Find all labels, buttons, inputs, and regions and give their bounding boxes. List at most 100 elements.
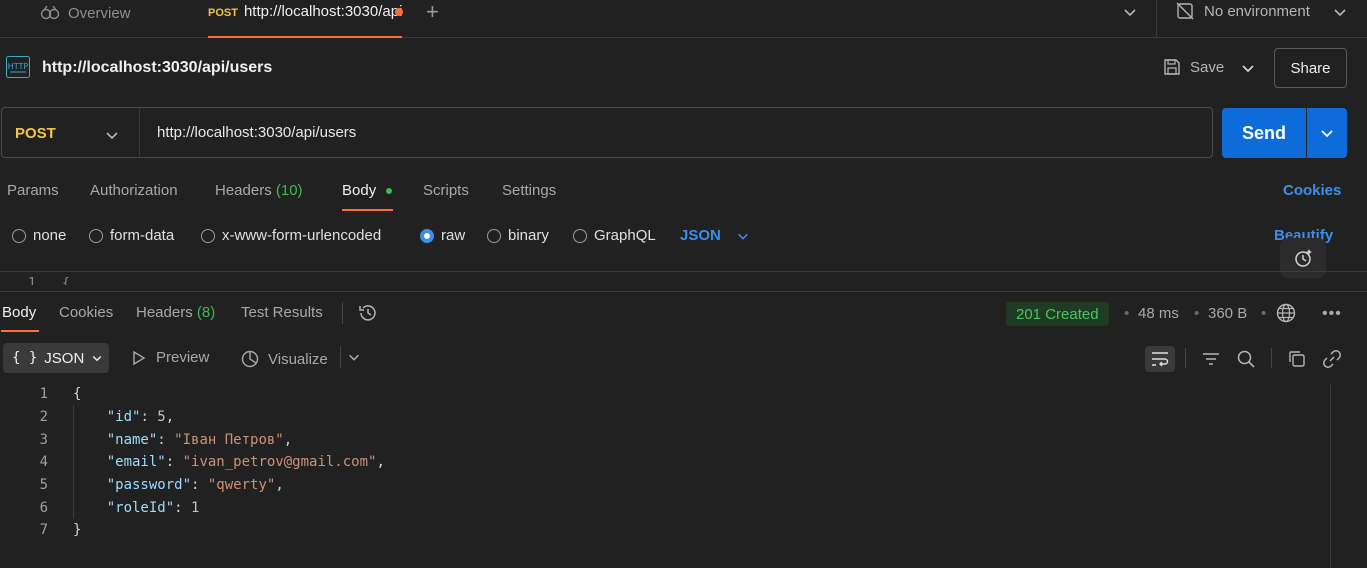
divider	[340, 346, 341, 368]
body-modified-dot-icon	[386, 188, 392, 194]
response-format-select[interactable]: { } JSON	[3, 343, 109, 373]
response-time[interactable]: 48 ms	[1138, 305, 1179, 322]
radio-raw[interactable]: raw	[420, 227, 465, 244]
scrollbar-track[interactable]	[1330, 383, 1331, 568]
play-icon	[132, 350, 146, 366]
tab-headers[interactable]: Headers (10)	[215, 182, 303, 199]
wrap-lines-icon[interactable]	[1145, 346, 1175, 372]
response-tab-cookies-label: Cookies	[59, 304, 114, 321]
save-label: Save	[1190, 58, 1225, 76]
code-line: 4 "email": "ivan_petrov@gmail.com",	[0, 451, 1330, 474]
braces-icon: { }	[12, 350, 38, 366]
environment-chevron-down-icon[interactable]	[1332, 4, 1348, 20]
globe-icon[interactable]	[1276, 303, 1296, 323]
tab-scripts-label: Scripts	[423, 182, 469, 199]
json-value: "Іван Петров"	[174, 431, 284, 448]
response-body-code[interactable]: 1{ 2 "id": 5, 3 "name": "Іван Петров", 4…	[0, 383, 1330, 542]
send-options-chevron-down-icon[interactable]	[1307, 108, 1347, 158]
link-icon[interactable]	[1317, 346, 1347, 372]
environment-selector[interactable]: No environment	[1176, 2, 1310, 20]
divider	[1156, 0, 1157, 38]
line-text: }	[73, 522, 82, 539]
response-size[interactable]: 360 B	[1208, 305, 1247, 322]
line-text: "email": "ivan_petrov@gmail.com",	[106, 454, 385, 471]
overview-icon	[40, 5, 60, 21]
line-text: "roleId": 1	[106, 499, 200, 516]
environment-label: No environment	[1204, 2, 1310, 20]
no-environment-icon	[1176, 2, 1194, 20]
json-value: 1	[191, 499, 200, 516]
json-value: 5	[157, 409, 166, 426]
active-tab-underline	[342, 209, 393, 211]
visualize-button[interactable]: Visualize	[240, 349, 328, 369]
tab-method: POST	[208, 7, 238, 19]
radio-selected-icon	[420, 228, 434, 243]
tab-settings[interactable]: Settings	[502, 182, 556, 199]
response-headers-count: (8)	[196, 304, 216, 321]
history-icon[interactable]	[357, 302, 379, 324]
line-text: "id": 5,	[106, 409, 175, 426]
tab-params[interactable]: Params	[7, 182, 59, 199]
method-chevron-down-icon[interactable]	[104, 127, 120, 143]
radio-binary[interactable]: binary	[487, 227, 549, 244]
url-input[interactable]	[157, 124, 1197, 141]
request-body-editor[interactable]: 1 {	[0, 271, 1367, 285]
chevron-down-icon	[91, 352, 103, 364]
radio-raw-label: raw	[441, 227, 466, 244]
json-key: "id"	[106, 409, 141, 426]
request-title[interactable]: http://localhost:3030/api/users	[42, 59, 272, 77]
response-format-label: JSON	[44, 349, 85, 367]
tabs-overflow-chevron-down-icon[interactable]	[1122, 4, 1138, 20]
json-value: "qwerty"	[207, 477, 276, 494]
send-button[interactable]: Send	[1222, 108, 1306, 158]
tab-request-active[interactable]: POST http://localhost:3030/api/users	[208, 0, 402, 38]
tab-authorization-label: Authorization	[90, 182, 178, 199]
status-badge[interactable]: 201 Created	[1006, 302, 1109, 326]
response-tab-headers[interactable]: Headers (8)	[136, 304, 215, 321]
line-text: "password": "qwerty",	[106, 477, 284, 494]
body-format-chevron-down-icon[interactable]	[736, 229, 750, 243]
radio-binary-label: binary	[508, 227, 549, 244]
response-tab-test-results[interactable]: Test Results	[241, 304, 323, 321]
preview-label: Preview	[156, 349, 210, 366]
json-key: "name"	[106, 431, 158, 448]
method-select[interactable]: POST	[15, 125, 56, 142]
visualize-icon	[240, 349, 260, 369]
save-options-chevron-down-icon[interactable]	[1240, 60, 1256, 76]
new-tab-plus-icon[interactable]: +	[426, 1, 439, 23]
response-tab-body[interactable]: Body	[2, 304, 36, 321]
tab-scripts[interactable]: Scripts	[423, 182, 469, 199]
tab-params-label: Params	[7, 182, 59, 199]
tab-overview-label: Overview	[68, 4, 131, 22]
pane-divider[interactable]	[0, 291, 1367, 292]
tab-settings-label: Settings	[502, 182, 557, 199]
radio-none[interactable]: none	[12, 227, 66, 244]
more-options-icon[interactable]: •••	[1322, 305, 1342, 323]
radio-urlencoded[interactable]: x-www-form-urlencoded	[201, 227, 381, 244]
body-format-select[interactable]: JSON	[680, 227, 721, 244]
filter-icon[interactable]	[1196, 346, 1226, 372]
radio-none-label: none	[33, 227, 67, 244]
radio-graphql[interactable]: GraphQL	[573, 227, 656, 244]
visualize-chevron-down-icon[interactable]	[347, 350, 361, 364]
response-tab-cookies[interactable]: Cookies	[59, 304, 113, 321]
cookies-link[interactable]: Cookies	[1283, 182, 1341, 199]
code-line: 3 "name": "Іван Петров",	[0, 428, 1330, 451]
code-line: 7}	[0, 519, 1330, 542]
share-button[interactable]: Share	[1274, 48, 1347, 88]
search-icon[interactable]	[1231, 346, 1261, 372]
tab-body[interactable]: Body	[342, 182, 376, 199]
editor-line-number: 1	[28, 276, 36, 285]
tab-authorization[interactable]: Authorization	[90, 182, 178, 199]
save-button[interactable]: Save	[1162, 57, 1224, 77]
code-line: 1{	[0, 383, 1330, 406]
tab-body-label: Body	[342, 182, 377, 199]
tab-overview[interactable]: Overview	[40, 0, 131, 26]
copy-icon[interactable]	[1282, 346, 1312, 372]
sparkle-clock-icon	[1292, 247, 1314, 269]
radio-circle-icon	[89, 228, 103, 243]
preview-button[interactable]: Preview	[132, 349, 209, 366]
radio-circle-icon	[201, 228, 215, 243]
radio-form-data[interactable]: form-data	[89, 227, 174, 244]
save-icon	[1162, 57, 1182, 77]
